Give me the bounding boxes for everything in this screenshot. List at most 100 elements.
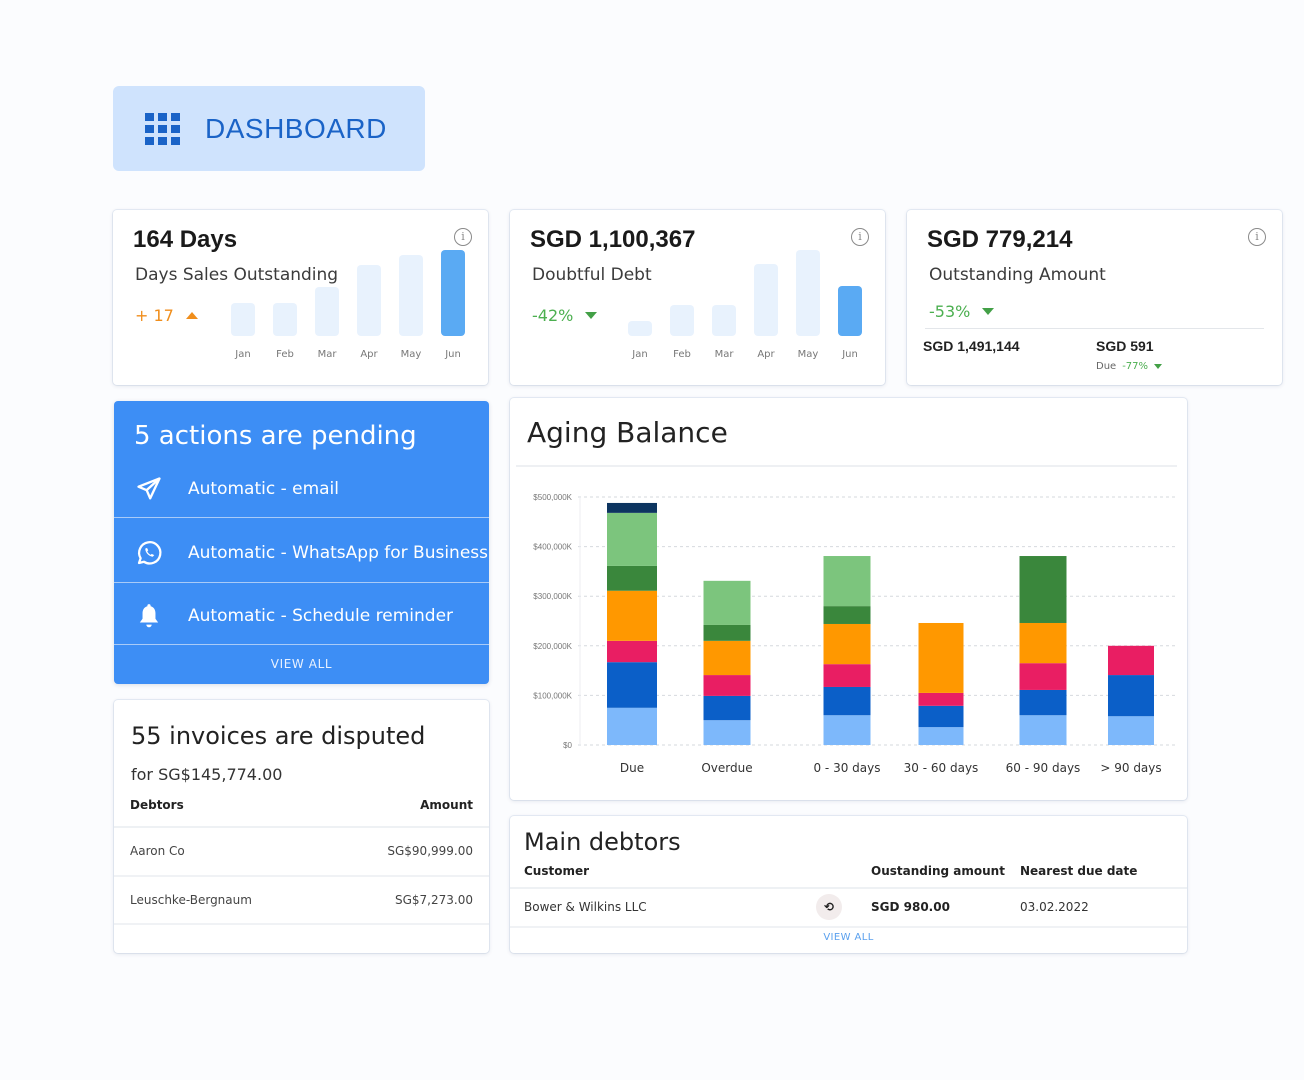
info-icon[interactable]: i: [1248, 228, 1266, 246]
bar-segment-segment-2: [823, 686, 871, 716]
dashboard-header[interactable]: DASHBOARD: [113, 86, 425, 171]
divider: [510, 887, 1187, 889]
sparkline-month-label: Apr: [757, 349, 775, 360]
sparkline-bar-feb: [670, 305, 694, 336]
send-icon: [114, 475, 184, 503]
pending-item-reminder[interactable]: Automatic - Schedule reminder: [114, 596, 489, 636]
x-tick-label: 30 - 60 days: [904, 761, 979, 775]
kpi-value: 164 Days: [133, 226, 238, 253]
view-all-button[interactable]: VIEW ALL: [510, 932, 1187, 943]
sync-alert-icon[interactable]: ⟲: [816, 894, 842, 920]
sparkline-bar-mar: [315, 287, 339, 336]
bar-segment-segment-3: [703, 675, 751, 696]
main-debtors-card: Main debtors Customer Oustanding amount …: [510, 816, 1187, 953]
divider: [510, 926, 1187, 928]
bar-segment-segment-1: [1019, 715, 1067, 745]
bar-segment-segment-2: [607, 662, 657, 708]
bar-segment-segment-3: [1108, 645, 1154, 676]
pending-item-whatsapp[interactable]: Automatic - WhatsApp for Business: [114, 533, 489, 573]
aging-balance-card: Aging Balance $0 $100,000K $200,000K $300,0…: [510, 398, 1187, 800]
sparkline-month-label: Jun: [445, 349, 461, 360]
info-icon[interactable]: i: [454, 228, 472, 246]
column-header-amount[interactable]: Amount: [420, 798, 473, 812]
trend-down-icon: [982, 308, 995, 315]
kpi-delta-value: -53%: [929, 302, 971, 321]
sparkline-month-label: Jan: [235, 349, 251, 360]
kpi-card-outstanding: SGD 779,214 Outstanding Amount -53% i SG…: [907, 210, 1282, 385]
sparkline-bar-mar: [712, 305, 736, 336]
sparkline-month-label: Apr: [360, 349, 378, 360]
column-header-customer[interactable]: Customer: [524, 864, 589, 878]
pending-item-label: Automatic - email: [188, 479, 340, 499]
outstanding-amount: SGD 980.00: [871, 900, 950, 914]
column-header-amount[interactable]: Oustanding amount: [871, 864, 1005, 878]
sparkline-month-label: Mar: [317, 349, 337, 360]
debtor-amount: SG$7,273.00: [395, 893, 473, 907]
bar-segment-segment-2: [1019, 689, 1067, 716]
kpi-card-dso: 164 Days Days Sales Outstanding + 17 i J…: [113, 210, 488, 385]
kpi-label: Outstanding Amount: [929, 265, 1106, 285]
bar-segment-segment-6: [703, 580, 751, 625]
divider: [114, 923, 489, 925]
pending-item-label: Automatic - WhatsApp for Business: [188, 543, 489, 563]
kpi-card-doubtful-debt: SGD 1,100,367 Doubtful Debt -42% i Jan Fe…: [510, 210, 885, 385]
x-tick-label: Due: [620, 761, 644, 775]
column-header-due-date[interactable]: Nearest due date: [1020, 864, 1137, 878]
y-tick-label: $400,000K: [533, 543, 572, 552]
divider: [114, 826, 489, 828]
kpi-delta: -53%: [929, 302, 995, 321]
bar-segment-segment-5: [1019, 556, 1067, 623]
bar-segment-segment-5: [703, 624, 751, 641]
divider: [114, 582, 489, 583]
bell-icon: [114, 602, 184, 630]
customer-name[interactable]: Bower & Wilkins LLC: [524, 900, 647, 914]
bar-segment-segment-5: [607, 565, 657, 591]
y-tick-label: $300,000K: [533, 592, 572, 601]
whatsapp-icon: [114, 538, 184, 568]
bar-segment-segment-7: [607, 502, 657, 513]
bar-segment-segment-4: [703, 640, 751, 676]
pending-item-email[interactable]: Automatic - email: [114, 469, 489, 509]
table-row[interactable]: Aaron Co SG$90,999.00: [130, 844, 473, 858]
due-date: 03.02.2022: [1020, 900, 1089, 914]
info-icon[interactable]: i: [851, 228, 869, 246]
sparkline-bar-feb: [273, 303, 297, 336]
disputed-title: 55 invoices are disputed: [131, 722, 426, 750]
table-row[interactable]: Leuschke-Bergnaum SG$7,273.00: [130, 893, 473, 907]
x-tick-label: 0 - 30 days: [813, 761, 880, 775]
bar-segment-segment-1: [703, 720, 751, 745]
divider: [114, 644, 489, 645]
bar-segment-segment-6: [607, 512, 657, 566]
sparkline-month-label: May: [400, 349, 422, 360]
bar-segment-segment-3: [607, 640, 657, 663]
divider: [925, 328, 1264, 329]
kpi-delta-value: + 17: [135, 306, 174, 325]
bar-segment-segment-5: [823, 606, 871, 624]
kpi-delta: -42%: [532, 306, 598, 325]
due-delta: Due -77%: [1096, 361, 1163, 372]
bar-segment-segment-1: [1108, 716, 1154, 745]
dashboard-title: DASHBOARD: [205, 112, 387, 144]
grid-icon: [145, 112, 181, 145]
bar-segment-segment-2: [1108, 675, 1154, 717]
column-header-debtors[interactable]: Debtors: [130, 798, 184, 812]
bar-segment-segment-1: [823, 715, 871, 745]
sparkline-bar-may: [399, 255, 423, 336]
debtors-title: Main debtors: [524, 828, 681, 856]
sparkline-month-label: Feb: [276, 349, 294, 360]
bar-segment-segment-4: [1019, 622, 1067, 664]
debtor-name: Leuschke-Bergnaum: [130, 893, 252, 907]
divider: [114, 517, 489, 518]
sparkline-month-label: Jan: [632, 349, 648, 360]
divider: [114, 875, 489, 877]
y-tick-label: $200,000K: [533, 642, 572, 651]
bar-segment-segment-3: [1019, 663, 1067, 690]
sparkline-month-label: Mar: [714, 349, 734, 360]
debtor-amount: SG$90,999.00: [387, 844, 473, 858]
pending-item-label: Automatic - Schedule reminder: [188, 606, 454, 626]
sparkline-bar-apr: [754, 264, 778, 336]
bar-segment-segment-4: [823, 623, 871, 665]
view-all-button[interactable]: VIEW ALL: [114, 657, 489, 671]
sparkline-month-label: Jun: [842, 349, 858, 360]
due-label: Due: [1096, 361, 1117, 372]
